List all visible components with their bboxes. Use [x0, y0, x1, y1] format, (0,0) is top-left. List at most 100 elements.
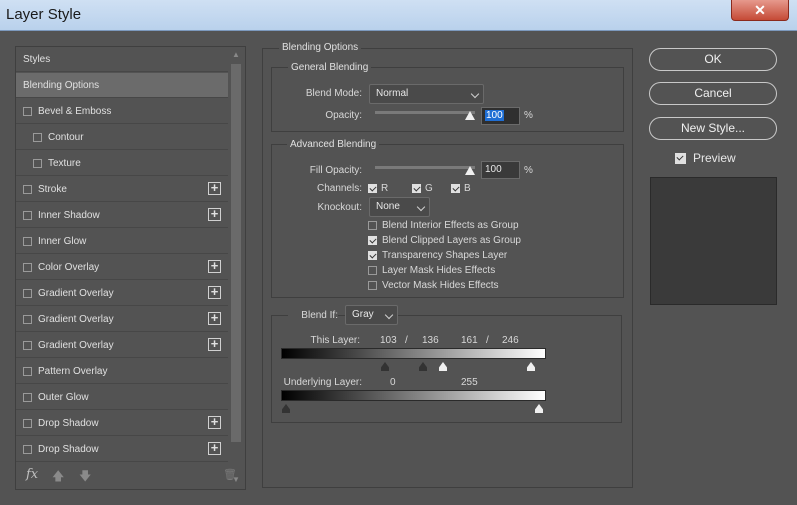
opacity-slider-thumb[interactable]: [465, 111, 475, 120]
channel-checkbox[interactable]: [368, 184, 377, 193]
move-up-icon[interactable]: 🡅: [52, 467, 64, 488]
this-layer-value-4: 246: [502, 335, 519, 346]
move-down-icon[interactable]: 🡇: [79, 467, 91, 488]
styles-panel: Styles Blending Options Bevel & Emboss Cont…: [15, 46, 246, 490]
channel-checkbox[interactable]: [412, 184, 421, 193]
add-effect-icon[interactable]: +: [208, 181, 221, 195]
advanced-option-checkbox[interactable]: [368, 221, 377, 230]
style-item[interactable]: Texture: [16, 151, 228, 176]
channel-label: B: [464, 183, 471, 194]
preview-label: Preview: [693, 151, 736, 165]
close-button[interactable]: ✕: [731, 0, 789, 21]
this-layer-label: This Layer:: [310, 335, 360, 346]
channels-label: Channels:: [316, 183, 362, 194]
ok-button[interactable]: OK: [649, 48, 777, 71]
style-item-label: Outer Glow: [38, 392, 89, 403]
style-checkbox[interactable]: [23, 107, 32, 116]
this-layer-value-3: 161: [461, 335, 478, 346]
scroll-thumb[interactable]: [231, 64, 241, 442]
advanced-option-checkbox[interactable]: [368, 266, 377, 275]
advanced-blending-title: Advanced Blending: [287, 139, 380, 150]
add-effect-icon[interactable]: +: [208, 311, 221, 325]
style-checkbox[interactable]: [23, 211, 32, 220]
style-item[interactable]: Gradient Overlay +: [16, 333, 228, 358]
fill-opacity-input[interactable]: 100: [481, 161, 520, 179]
add-effect-icon[interactable]: +: [208, 207, 221, 221]
style-checkbox[interactable]: [23, 419, 32, 428]
style-item[interactable]: Contour: [16, 125, 228, 150]
fill-opacity-label: Fill Opacity:: [309, 165, 362, 176]
blend-mode-value: Normal: [376, 88, 409, 99]
scroll-up-icon[interactable]: ▲: [232, 50, 240, 59]
underlying-value-2: 255: [461, 377, 478, 388]
fill-opacity-slider-thumb[interactable]: [465, 166, 475, 175]
opacity-label: Opacity:: [325, 110, 362, 121]
style-item[interactable]: Inner Shadow +: [16, 203, 228, 228]
opacity-value: 100: [485, 110, 504, 121]
style-item[interactable]: Drop Shadow +: [16, 437, 228, 462]
blend-if-select[interactable]: Gray: [345, 305, 398, 325]
style-item-label: Gradient Overlay: [38, 288, 114, 299]
style-item-label: Drop Shadow: [38, 444, 99, 455]
new-style-button[interactable]: New Style...: [649, 117, 777, 140]
advanced-option-checkbox[interactable]: [368, 281, 377, 290]
style-item[interactable]: Gradient Overlay +: [16, 307, 228, 332]
knockout-select[interactable]: None: [369, 197, 430, 217]
blend-if-label: Blend If:: [288, 310, 338, 321]
styles-scrollbar[interactable]: ▲ ▼: [229, 47, 244, 489]
style-checkbox[interactable]: [23, 263, 32, 272]
style-checkbox[interactable]: [33, 133, 42, 142]
trash-icon[interactable]: 🗑: [223, 468, 237, 481]
style-item[interactable]: Stroke +: [16, 177, 228, 202]
style-checkbox[interactable]: [23, 315, 32, 324]
style-item[interactable]: Styles: [16, 47, 228, 72]
add-effect-icon[interactable]: +: [208, 285, 221, 299]
add-effect-icon[interactable]: +: [208, 441, 221, 455]
style-item[interactable]: Drop Shadow +: [16, 411, 228, 436]
add-effect-icon[interactable]: +: [208, 415, 221, 429]
blend-mode-label: Blend Mode:: [305, 88, 362, 99]
style-checkbox[interactable]: [23, 445, 32, 454]
style-item[interactable]: Blending Options: [16, 73, 228, 98]
advanced-option-label: Blend Clipped Layers as Group: [382, 235, 521, 246]
this-layer-gradient[interactable]: [281, 348, 546, 359]
knockout-label: Knockout:: [317, 202, 362, 213]
chevron-down-icon: [384, 310, 394, 320]
this-layer-value-1: 103: [380, 335, 397, 346]
fill-opacity-slider[interactable]: [375, 166, 475, 169]
style-checkbox[interactable]: [23, 237, 32, 246]
add-effect-icon[interactable]: +: [208, 259, 221, 273]
channel-checkbox[interactable]: [451, 184, 460, 193]
style-item[interactable]: Color Overlay +: [16, 255, 228, 280]
this-layer-slash-2: /: [486, 335, 489, 346]
style-item[interactable]: Inner Glow: [16, 229, 228, 254]
style-checkbox[interactable]: [23, 367, 32, 376]
cancel-button[interactable]: Cancel: [649, 82, 777, 105]
style-item[interactable]: Outer Glow: [16, 385, 228, 410]
fx-icon[interactable]: fx: [26, 467, 38, 482]
fill-opacity-unit: %: [524, 165, 533, 176]
blend-mode-select[interactable]: Normal: [369, 84, 484, 104]
style-checkbox[interactable]: [23, 393, 32, 402]
opacity-slider[interactable]: [375, 111, 475, 114]
advanced-option-checkbox[interactable]: [368, 236, 377, 245]
style-checkbox[interactable]: [23, 185, 32, 194]
this-layer-slash-1: /: [405, 335, 408, 346]
style-item-label: Inner Shadow: [38, 210, 100, 221]
advanced-option-label: Layer Mask Hides Effects: [382, 265, 496, 276]
chevron-down-icon: [416, 202, 426, 212]
style-checkbox[interactable]: [23, 289, 32, 298]
add-effect-icon[interactable]: +: [208, 337, 221, 351]
style-item[interactable]: Gradient Overlay +: [16, 281, 228, 306]
style-item-label: Gradient Overlay: [38, 314, 114, 325]
style-item[interactable]: Pattern Overlay: [16, 359, 228, 384]
underlying-layer-gradient[interactable]: [281, 390, 546, 401]
style-checkbox[interactable]: [23, 341, 32, 350]
opacity-input[interactable]: 100: [481, 107, 520, 125]
style-item-label: Texture: [48, 158, 81, 169]
preview-checkbox[interactable]: [675, 153, 686, 164]
advanced-option-checkbox[interactable]: [368, 251, 377, 260]
style-item-label: Contour: [48, 132, 84, 143]
style-item[interactable]: Bevel & Emboss: [16, 99, 228, 124]
style-checkbox[interactable]: [33, 159, 42, 168]
